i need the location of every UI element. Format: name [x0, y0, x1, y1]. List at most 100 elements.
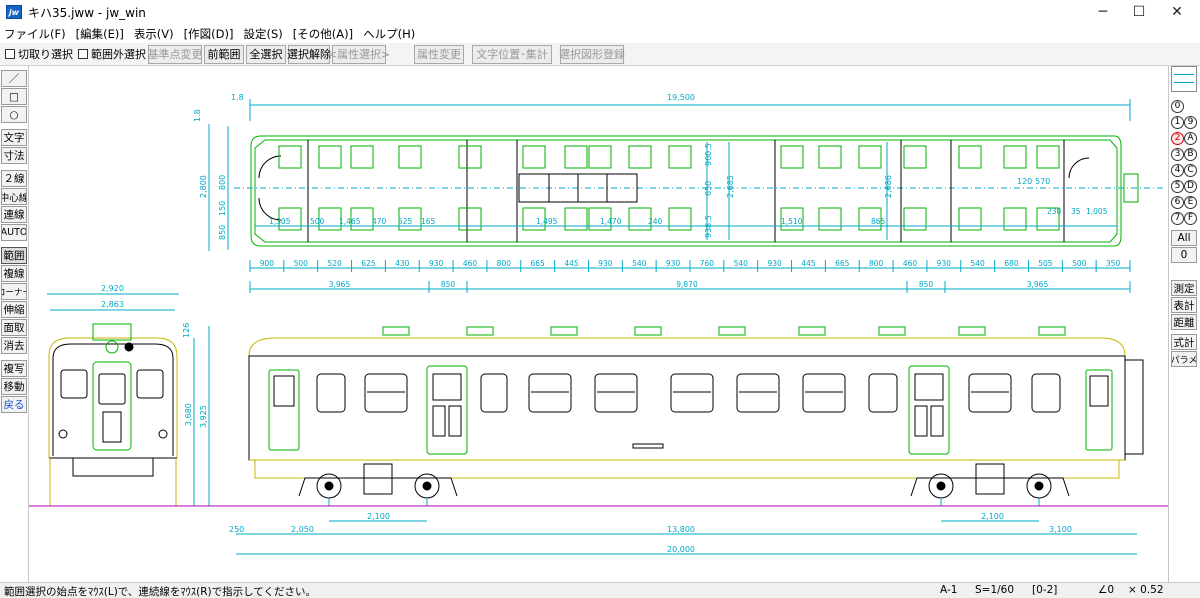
window-title: キハ35.jww - jw_win — [28, 5, 146, 20]
seat — [458, 145, 482, 169]
layer-button-4[interactable]: 4 — [1171, 163, 1184, 177]
menu-help[interactable]: ヘルプ(H) — [363, 26, 415, 42]
dim-label: 3,965 — [329, 280, 351, 289]
dim-label: 938.5 — [704, 215, 713, 238]
layer-button-6[interactable]: 6 — [1171, 195, 1184, 209]
table-calc-button[interactable]: 表計 — [1171, 297, 1197, 313]
layer-button-1[interactable]: 1 — [1171, 115, 1184, 129]
seat-group-upper — [278, 145, 1060, 169]
zoom-indicator[interactable]: × 0.52 — [1128, 584, 1164, 596]
change-base-point-button[interactable]: 基準点変更 — [148, 44, 203, 64]
close-button[interactable]: ✕ — [1154, 0, 1200, 24]
layer-button-3[interactable]: 3 — [1171, 147, 1184, 161]
circle-tool-button[interactable]: ○ — [1, 106, 27, 123]
menu-edit[interactable]: [編集(E)] — [76, 26, 124, 42]
menu-view[interactable]: 表示(V) — [134, 26, 174, 42]
layer-line-preview[interactable] — [1171, 66, 1197, 92]
menu-other[interactable]: [その他(A)] — [293, 26, 353, 42]
dim-label: 520 — [327, 259, 342, 268]
offset-tool-button[interactable]: 複線 — [1, 265, 27, 282]
auto-mode-button[interactable]: AUTO — [1, 224, 27, 241]
distance-button[interactable]: 距離 — [1171, 314, 1197, 330]
dim-label: 505 — [1038, 259, 1053, 268]
dim-label: 2,100 — [981, 512, 1004, 521]
seat — [588, 145, 612, 169]
undo-button[interactable]: 戻る — [1, 396, 27, 413]
drawing-canvas[interactable]: 1.8 19,500 1.8 2,800 150 800 850 960.5 6… — [28, 66, 1169, 582]
layer-group-button-b[interactable]: B — [1184, 147, 1197, 161]
measure-button[interactable]: 測定 — [1171, 280, 1197, 296]
menu-bar: ファイル(F) [編集(E)] 表示(V) [作図(D)] 設定(S) [その他… — [0, 24, 1200, 43]
dim-label: 445 — [564, 259, 579, 268]
bogie-group — [298, 463, 1070, 506]
change-attribute-button[interactable]: 属性変更 — [414, 44, 464, 64]
layer-zero-button[interactable]: 0 — [1171, 247, 1197, 263]
layer-group-button-9[interactable]: 9 — [1184, 115, 1197, 129]
dim-label: 1,465 — [339, 217, 361, 226]
checkbox-box[interactable] — [5, 49, 15, 59]
layer-button-0[interactable]: 0 — [1171, 99, 1184, 113]
dim-label: 3,100 — [1049, 525, 1072, 534]
side-window — [868, 373, 898, 413]
dim-label: 35 — [1071, 207, 1081, 216]
angle-indicator[interactable]: ∠0 — [1098, 584, 1114, 596]
dim-label: 460 — [903, 259, 918, 268]
dim-label: 19,500 — [667, 93, 695, 102]
text-position-tally-button[interactable]: 文字位置･集計 — [472, 44, 552, 64]
layer-group-button-c[interactable]: C — [1184, 163, 1197, 177]
double-line-tool-button[interactable]: ２線 — [1, 170, 27, 187]
dim-label: 800 — [497, 259, 512, 268]
chamfer-tool-button[interactable]: 面取 — [1, 319, 27, 336]
dim-label: 2,050 — [291, 525, 314, 534]
scale-indicator[interactable]: S=1/60 — [975, 584, 1014, 596]
copy-tool-button[interactable]: 複写 — [1, 360, 27, 377]
side-window — [364, 373, 408, 413]
layer-group-button-a[interactable]: A — [1184, 131, 1197, 145]
layer-group-button-d[interactable]: D — [1184, 179, 1197, 193]
previous-range-button[interactable]: 前範囲 — [204, 44, 244, 64]
range-tool-button[interactable]: 範囲 — [1, 247, 27, 264]
outside-select-checkbox[interactable]: 範囲外選択 — [75, 46, 146, 62]
menu-file[interactable]: ファイル(F) — [4, 26, 66, 42]
formula-calc-button[interactable]: 式計 — [1171, 334, 1197, 350]
dim-label: 680 — [1004, 259, 1019, 268]
dim-label: 2,800 — [199, 175, 208, 198]
menu-draw[interactable]: [作図(D)] — [184, 26, 234, 42]
dim-label: 20,000 — [667, 545, 695, 554]
dimension-tool-button[interactable]: 寸法 — [1, 147, 27, 164]
layer-group-button-f[interactable]: F — [1184, 211, 1197, 225]
deselect-button[interactable]: 選択解除 — [287, 44, 331, 64]
dim-label: 1,305 — [269, 217, 291, 226]
layer-button-7[interactable]: 7 — [1171, 211, 1184, 225]
layer-button-5[interactable]: 5 — [1171, 179, 1184, 193]
connect-line-tool-button[interactable]: 連線 — [1, 206, 27, 223]
line-tool-button[interactable]: ／ — [1, 70, 27, 87]
dim-label: 930 — [429, 259, 444, 268]
cut-select-checkbox[interactable]: 切取り選択 — [2, 46, 73, 62]
attribute-select-button[interactable]: <属性選択> — [328, 44, 390, 64]
stretch-tool-button[interactable]: 伸縮 — [1, 301, 27, 318]
layer-indicator[interactable]: [0-2] — [1032, 584, 1057, 596]
menu-settings[interactable]: 設定(S) — [243, 26, 282, 42]
layer-button-2[interactable]: 2 — [1171, 131, 1184, 145]
centerline-tool-button[interactable]: 中心線 — [1, 188, 27, 205]
register-selected-figure-button[interactable]: 選択図形登録 — [559, 44, 625, 64]
move-tool-button[interactable]: 移動 — [1, 378, 27, 395]
rectangle-tool-button[interactable]: □ — [1, 88, 27, 105]
select-all-button[interactable]: 全選択 — [246, 44, 286, 64]
dim-label: 850 — [919, 280, 934, 289]
checkbox-box[interactable] — [78, 49, 88, 59]
parameter-button[interactable]: パラメ — [1171, 351, 1197, 367]
corner-tool-button[interactable]: コーナー — [1, 283, 27, 300]
cad-drawing[interactable]: 1.8 19,500 1.8 2,800 150 800 850 960.5 6… — [29, 66, 1169, 582]
erase-tool-button[interactable]: 消去 — [1, 337, 27, 354]
paper-size[interactable]: A-1 — [940, 584, 957, 596]
text-tool-button[interactable]: 文字 — [1, 129, 27, 146]
all-layers-button[interactable]: All — [1171, 230, 1197, 246]
seat — [958, 145, 982, 169]
dim-label: 500 — [294, 259, 309, 268]
dim-label: 665 — [835, 259, 850, 268]
layer-group-button-e[interactable]: E — [1184, 195, 1197, 209]
seat — [398, 145, 422, 169]
bogie-frame — [910, 477, 1070, 497]
